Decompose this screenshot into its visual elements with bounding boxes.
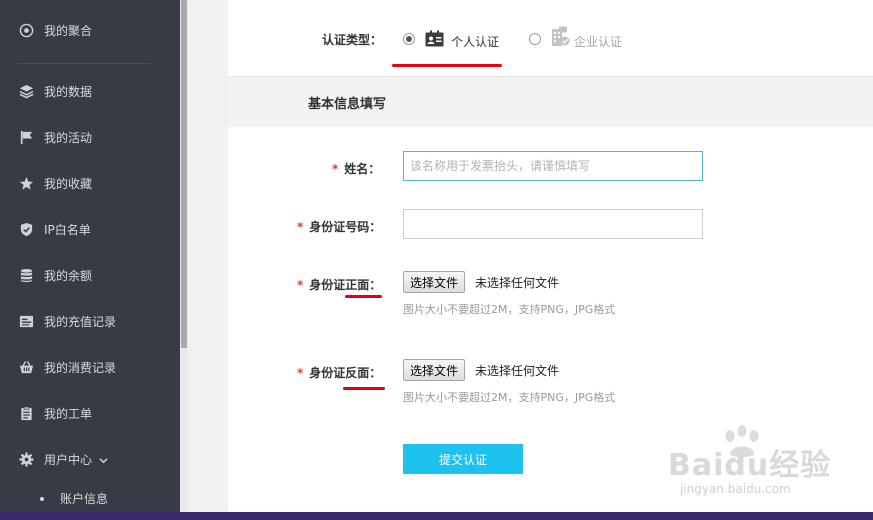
sidebar-item-balance[interactable]: 我的余额 — [0, 263, 180, 287]
id-front-label: * 身份证正面： — [297, 276, 381, 293]
id-card-icon — [425, 30, 444, 50]
sidebar: 我的聚合 我的数据 我的活动 我的收藏 IP白名单 我的余额 我的充值记录 我的… — [0, 0, 180, 512]
flag-icon — [18, 129, 34, 145]
id-back-label-text: 身份证反面： — [309, 366, 382, 380]
sidebar-sub-item-label: 账户信息 — [60, 492, 109, 506]
sidebar-item-label: 我的消费记录 — [44, 360, 117, 375]
sidebar-item-aggregate[interactable]: 我的聚合 — [0, 18, 180, 42]
watermark-logo-text: Baidu经验 — [668, 448, 832, 483]
sidebar-item-label: 我的数据 — [44, 84, 93, 99]
sidebar-divider — [18, 63, 150, 64]
id-back-file-status: 未选择任何文件 — [475, 364, 560, 378]
required-mark: * — [297, 278, 304, 292]
name-label-text: 姓名： — [344, 162, 381, 176]
sidebar-scrollbar-thumb[interactable] — [181, 0, 187, 348]
chevron-down-icon — [99, 454, 108, 468]
id-front-file-status: 未选择任何文件 — [475, 276, 560, 290]
sidebar-item-label: 我的收藏 — [44, 176, 93, 191]
name-input[interactable] — [403, 151, 703, 181]
enterprise-auth-label[interactable]: 企业认证 — [574, 33, 622, 50]
layers-icon — [18, 83, 34, 99]
id-back-choose-file-button[interactable]: 选择文件 — [403, 359, 466, 381]
sidebar-item-activity[interactable]: 我的活动 — [0, 125, 180, 149]
database-icon — [18, 267, 34, 283]
sidebar-item-label: IP白名单 — [44, 222, 91, 237]
id-back-hint: 图片大小不要超过2M，支持PNG，JPG格式 — [403, 391, 616, 404]
submit-auth-button[interactable]: 提交认证 — [403, 444, 523, 474]
shield-icon — [18, 221, 34, 237]
sidebar-item-label: 我的活动 — [44, 130, 93, 145]
sidebar-item-ip-whitelist[interactable]: IP白名单 — [0, 217, 180, 241]
annotation-underline — [343, 387, 385, 390]
annotation-underline — [392, 64, 502, 67]
company-icon — [551, 26, 570, 50]
id-front-hint: 图片大小不要超过2M，支持PNG，JPG格式 — [403, 303, 616, 316]
clipboard-icon — [18, 405, 34, 421]
id-front-choose-file-button[interactable]: 选择文件 — [403, 271, 466, 293]
sidebar-item-favorites[interactable]: 我的收藏 — [0, 171, 180, 195]
id-back-label: * 身份证反面： — [297, 364, 381, 381]
id-number-input[interactable] — [403, 209, 703, 239]
annotation-underline — [345, 295, 382, 298]
required-mark: * — [297, 366, 304, 380]
sidebar-item-label: 我的聚合 — [44, 23, 93, 38]
id-front-label-text: 身份证正面： — [309, 278, 382, 292]
basket-icon — [18, 359, 34, 375]
watermark-url: jingyan.baidu.com — [680, 482, 791, 496]
sidebar-item-data[interactable]: 我的数据 — [0, 79, 180, 103]
sidebar-item-label: 我的充值记录 — [44, 314, 117, 329]
sidebar-item-label: 用户中心 — [44, 452, 93, 467]
personal-auth-label[interactable]: 个人认证 — [451, 33, 499, 50]
radio-personal-auth[interactable] — [403, 33, 415, 45]
bullet-icon — [40, 497, 44, 501]
sidebar-item-label: 我的工单 — [44, 406, 93, 421]
sidebar-item-user-center[interactable]: 用户中心 — [0, 447, 180, 471]
sidebar-item-consumption-records[interactable]: 我的消费记录 — [0, 355, 180, 379]
gear-icon — [18, 451, 34, 467]
sidebar-item-tickets[interactable]: 我的工单 — [0, 401, 180, 425]
required-mark: * — [297, 220, 304, 234]
id-number-label-text: 身份证号码： — [309, 220, 382, 234]
sidebar-item-label: 我的余额 — [44, 268, 93, 283]
taskbar-strip — [0, 512, 873, 520]
sidebar-item-recharge-records[interactable]: 我的充值记录 — [0, 309, 180, 333]
name-label: * 姓名： — [332, 160, 380, 177]
star-icon — [18, 175, 34, 191]
required-mark: * — [332, 162, 339, 176]
auth-type-label: 认证类型： — [322, 33, 383, 47]
aggregate-icon — [18, 22, 34, 38]
radio-enterprise-auth[interactable] — [529, 33, 541, 45]
content-gutter — [188, 0, 228, 512]
id-number-label: * 身份证号码： — [297, 218, 381, 235]
card-icon — [18, 313, 34, 329]
section-title: 基本信息填写 — [308, 97, 387, 112]
